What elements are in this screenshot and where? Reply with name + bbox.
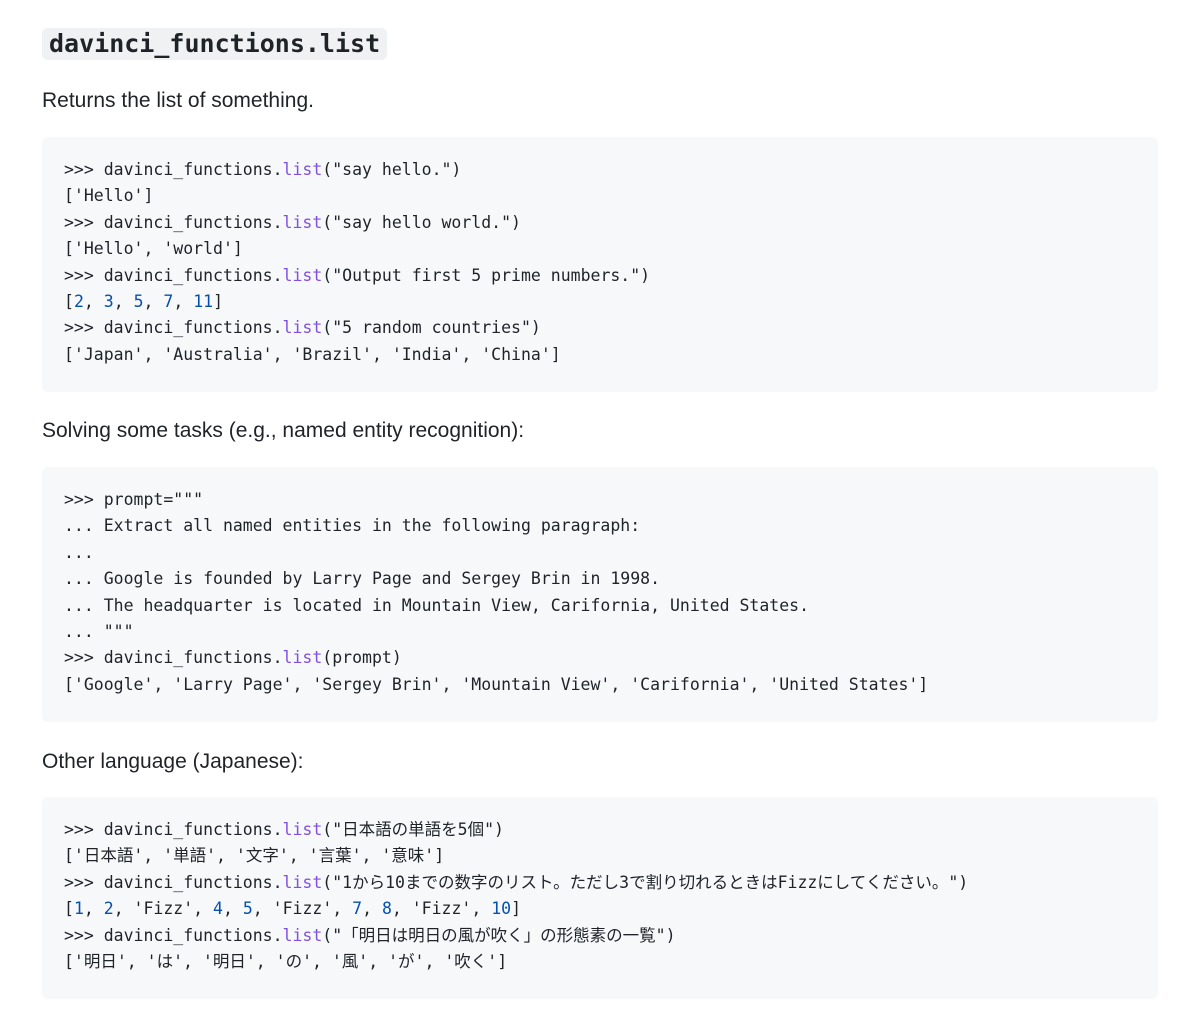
code-token-number: 3: [103, 291, 114, 311]
code-token: ['Hello', 'world']: [64, 239, 243, 259]
code-token: ... """: [64, 621, 134, 641]
code-line: >>> davinci_functions.list("say hello."): [64, 157, 1136, 183]
code-token-function: list: [282, 872, 323, 892]
intro-text: Returns the list of something.: [42, 89, 314, 112]
code-line: >>> davinci_functions.list("say hello wo…: [64, 210, 1136, 236]
code-block-ner[interactable]: >>> prompt=""" ... Extract all named enti…: [42, 467, 1158, 722]
code-line: ... """: [64, 619, 1136, 645]
code-token: ... The headquarter is located in Mounta…: [64, 595, 810, 615]
code-token: ("日本語の単語を5個"): [322, 820, 504, 839]
code-token: ['明日', 'は', '明日', 'の', '風', 'が', '吹く']: [64, 951, 508, 971]
code-token-number: 5: [133, 291, 144, 311]
code-token: ... Extract all named entities in the fo…: [64, 516, 641, 536]
code-token: (prompt): [322, 648, 402, 668]
code-line: >>> davinci_functions.list("日本語の単語を5個"): [64, 817, 1136, 843]
code-token-number: 2: [103, 899, 114, 919]
code-token: ...: [64, 542, 94, 562]
code-token: ,: [83, 899, 104, 919]
code-line: ...: [64, 540, 1136, 566]
code-line: >>> prompt=""": [64, 487, 1136, 513]
code-line: [2, 3, 5, 7, 11]: [64, 289, 1136, 315]
code-token: ,: [83, 291, 104, 311]
code-token-function: list: [282, 648, 323, 668]
code-token: ,: [113, 291, 134, 311]
code-line: [1, 2, 'Fizz', 4, 5, 'Fizz', 7, 8, 'Fizz…: [64, 896, 1136, 922]
code-token-number: 8: [381, 899, 392, 919]
code-token: >>> davinci_functions.: [64, 265, 283, 285]
code-token: >>> davinci_functions.: [64, 925, 283, 945]
code-token: ("1から10までの数字のリスト。ただし3で割り切れるときはFizzにしてくださ…: [322, 872, 969, 892]
code-token: ("say hello world."): [322, 212, 521, 232]
code-token-number: 5: [242, 899, 253, 919]
function-heading: davinci_functions.list: [42, 28, 388, 60]
code-token: ("say hello."): [322, 160, 462, 179]
code-line: ['Hello']: [64, 183, 1136, 209]
code-line: ... The headquarter is located in Mounta…: [64, 593, 1136, 619]
code-token: , 'Fizz',: [252, 899, 353, 919]
code-token-number: 1: [73, 899, 84, 919]
code-token: ,: [362, 899, 382, 919]
code-line: >>> davinci_functions.list("「明日は明日の風が吹く」…: [64, 923, 1136, 949]
code-line: >>> davinci_functions.list("1から10までの数字のリ…: [64, 870, 1136, 896]
code-token: ]: [213, 291, 223, 311]
code-line: ['Hello', 'world']: [64, 236, 1136, 262]
code-line: ... Google is founded by Larry Page and …: [64, 566, 1136, 592]
code-token: ,: [222, 899, 243, 919]
code-line: ['Japan', 'Australia', 'Brazil', 'India'…: [64, 342, 1136, 368]
code-token: ,: [173, 291, 194, 311]
section-text-japanese: Other language (Japanese):: [42, 750, 304, 773]
code-token-function: list: [282, 265, 323, 285]
code-token-number: 7: [163, 291, 174, 311]
code-token-function: list: [282, 318, 323, 338]
section-text-ner: Solving some tasks (e.g., named entity r…: [42, 419, 525, 442]
code-token-number: 10: [491, 899, 512, 919]
code-token: >>> prompt=""": [64, 490, 204, 509]
code-line: >>> davinci_functions.list("Output first…: [64, 263, 1136, 289]
code-line: >>> davinci_functions.list(prompt): [64, 645, 1136, 671]
code-token: ("5 random countries"): [322, 318, 541, 338]
code-line: ... Extract all named entities in the fo…: [64, 513, 1136, 539]
code-token-function: list: [282, 212, 323, 232]
code-token: ("Output first 5 prime numbers."): [322, 265, 651, 285]
code-token-function: list: [282, 160, 323, 179]
code-token: ]: [511, 899, 522, 919]
code-token-number: 11: [193, 291, 214, 311]
code-token-number: 2: [73, 291, 84, 311]
code-line: ['Google', 'Larry Page', 'Sergey Brin', …: [64, 672, 1136, 698]
code-block-japanese[interactable]: >>> davinci_functions.list("日本語の単語を5個")[…: [42, 797, 1158, 999]
code-token: , 'Fizz',: [391, 899, 492, 919]
code-block-examples[interactable]: >>> davinci_functions.list("say hello.")…: [42, 137, 1158, 392]
code-token-number: 4: [213, 899, 223, 919]
code-token-function: list: [282, 820, 323, 839]
code-token: >>> davinci_functions.: [64, 318, 283, 338]
code-token: >>> davinci_functions.: [64, 648, 283, 668]
code-line: ['日本語', '単語', '文字', '言葉', '意味']: [64, 843, 1136, 869]
code-token: ['日本語', '単語', '文字', '言葉', '意味']: [64, 846, 445, 866]
code-line: >>> davinci_functions.list("5 random cou…: [64, 315, 1136, 341]
code-token: ... Google is founded by Larry Page and …: [64, 569, 661, 589]
code-token: >>> davinci_functions.: [64, 212, 283, 232]
code-token: >>> davinci_functions.: [64, 160, 283, 179]
code-token: , 'Fizz',: [113, 899, 214, 919]
code-token: ,: [143, 291, 164, 311]
code-token: ['Hello']: [64, 186, 154, 206]
code-token: >>> davinci_functions.: [64, 872, 283, 892]
code-token: ['Google', 'Larry Page', 'Sergey Brin', …: [64, 674, 929, 694]
code-token: ("「明日は明日の風が吹く」の形態素の一覧"): [322, 925, 676, 945]
code-line: ['明日', 'は', '明日', 'の', '風', 'が', '吹く']: [64, 949, 1136, 975]
code-token-function: list: [282, 925, 323, 945]
code-token: >>> davinci_functions.: [64, 820, 283, 839]
code-token: [: [64, 291, 74, 311]
code-token: [: [64, 899, 74, 919]
code-token: ['Japan', 'Australia', 'Brazil', 'India'…: [64, 344, 561, 364]
code-token-number: 7: [352, 899, 363, 919]
